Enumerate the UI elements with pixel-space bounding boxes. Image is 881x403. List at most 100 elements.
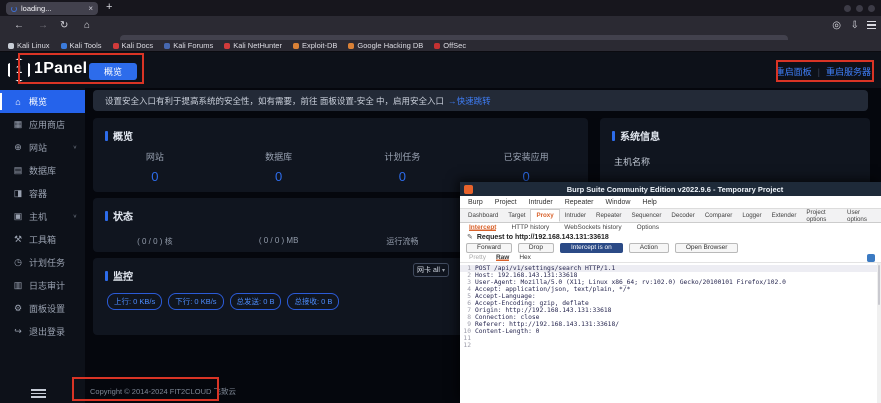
sidebar-item-toolbox[interactable]: ⚒工具箱 [0,228,85,251]
viewtab-hex[interactable]: Hex [519,254,531,261]
stat-database: 数据库0 [217,150,341,184]
database-icon: ▤ [13,165,23,176]
bookmark-kali-forums[interactable]: Kali Forums [164,41,213,50]
bookmark-kali-nethunter[interactable]: Kali NetHunter [224,41,282,50]
menu-intruder[interactable]: Intruder [529,199,553,206]
proxy-subtabs: Intercept HTTP history WebSockets histor… [460,223,881,232]
badge-upload[interactable]: 上行: 0 KB/s [107,293,162,310]
restart-panel-link[interactable]: 重启面板 [776,65,812,78]
window-controls[interactable] [844,5,875,12]
forward-icon[interactable]: → [38,20,48,31]
subtab-websockets-history[interactable]: WebSockets history [564,224,621,231]
sidebar-item-logs[interactable]: ▥日志审计 [0,274,85,297]
menu-burp[interactable]: Burp [468,199,483,206]
tab-sequencer[interactable]: Sequencer [626,209,666,222]
link-separator: | [818,67,820,77]
extensions-icon[interactable]: ◎ [832,20,841,31]
menu-icon[interactable] [867,19,876,31]
browser-tab[interactable]: loading... × [6,2,98,15]
clock-icon: ◷ [13,257,23,268]
request-target-line: ✎ Request to http://192.168.143.131:3361… [460,232,881,242]
inspector-toggle-icon[interactable] [867,254,875,262]
tab-intruder[interactable]: Intruder [560,209,591,222]
subtab-intercept[interactable]: Intercept [469,224,496,231]
panel-logo-icon: 1 [8,58,30,82]
open-browser-button[interactable]: Open Browser [675,243,739,253]
sidebar-item-cronjob[interactable]: ◷计划任务 [0,251,85,274]
action-button[interactable]: Action [629,243,669,253]
sidebar-item-settings[interactable]: ⚙面板设置 [0,297,85,320]
favicon [348,43,354,49]
intercept-toggle-button[interactable]: Intercept is on [560,243,623,253]
viewtab-raw[interactable]: Raw [496,254,509,261]
request-line: 5Accept-Language: [460,293,881,300]
sidebar-item-container[interactable]: ◨容器 [0,182,85,205]
tab-decoder[interactable]: Decoder [666,209,699,222]
menu-window[interactable]: Window [606,199,631,206]
tab-dashboard[interactable]: Dashboard [463,209,503,222]
burp-title-bar[interactable]: Burp Suite Community Edition v2022.9.6 -… [460,182,881,196]
sidebar-item-host[interactable]: ▣主机∨ [0,205,85,228]
menu-project[interactable]: Project [495,199,517,206]
request-line: 2Host: 192.168.143.131:33618 [460,272,881,279]
sidebar-item-logout[interactable]: ↪退出登录 [0,320,85,343]
bookmark-exploit-db[interactable]: Exploit-DB [293,41,337,50]
bookmark-kali-docs[interactable]: Kali Docs [113,41,154,50]
tab-title: loading... [21,4,51,13]
tab-comparer[interactable]: Comparer [700,209,738,222]
home-icon[interactable]: ⌂ [84,20,90,31]
bookmark-google-hacking-db[interactable]: Google Hacking DB [348,41,423,50]
sidebar-item-website[interactable]: ⊕网站∨ [0,136,85,159]
sidebar-item-appstore[interactable]: ▦应用商店 [0,113,85,136]
request-editor[interactable]: 1POST /api/v1/settings/search HTTP/1.1 2… [460,263,881,403]
back-icon[interactable]: ← [14,20,24,31]
tab-extender[interactable]: Extender [767,209,802,222]
tab-user-options[interactable]: User options [842,209,878,222]
forward-button[interactable]: Forward [466,243,512,253]
viewtab-pretty[interactable]: Pretty [469,254,486,261]
overview-card: 概览 网站0 数据库0 计划任务0 已安装应用0 [93,118,588,192]
security-notice-bar: 设置安全入口有利于提高系统的安全性，如有需要，前往 面板设置-安全 中，启用安全… [93,90,868,111]
menu-help[interactable]: Help [642,199,656,206]
sidebar-item-database[interactable]: ▤数据库 [0,159,85,182]
tab-project-options[interactable]: Project options [801,209,842,222]
tab-logger[interactable]: Logger [737,209,766,222]
status-memory: ( 0 / 0 ) MB [217,236,341,247]
bookmark-offsec[interactable]: OffSec [434,41,466,50]
subtab-options[interactable]: Options [637,224,659,231]
close-window-icon[interactable] [868,5,875,12]
maximize-icon[interactable] [856,5,863,12]
badge-total-sent[interactable]: 总发送: 0 B [230,293,282,310]
favicon [224,43,230,49]
new-tab-button[interactable]: + [106,1,112,13]
sidebar-collapse-icon[interactable] [31,389,46,399]
status-cpu: ( 0 / 0 ) 核 [93,236,217,247]
bookmark-kali-tools[interactable]: Kali Tools [61,41,102,50]
request-line: 6Accept-Encoding: gzip, deflate [460,300,881,307]
tab-repeater[interactable]: Repeater [591,209,626,222]
sidebar: ⌂概览 ▦应用商店 ⊕网站∨ ▤数据库 ◨容器 ▣主机∨ ⚒工具箱 ◷计划任务 … [0,88,85,403]
tab-close-icon[interactable]: × [88,4,93,13]
reload-icon[interactable]: ↻ [60,20,68,31]
menu-repeater[interactable]: Repeater [565,199,594,206]
request-line: 1POST /api/v1/settings/search HTTP/1.1 [460,265,881,272]
tab-target[interactable]: Target [503,209,530,222]
stat-installed-apps: 已安装应用0 [464,150,588,184]
editor-scrollbar[interactable] [877,263,881,403]
restart-server-link[interactable]: 重启服务器 [826,65,871,78]
bookmark-kali-linux[interactable]: Kali Linux [8,41,50,50]
request-line: 7Origin: http://192.168.143.131:33618 [460,307,881,314]
request-line: 4Accept: application/json, text/plain, *… [460,286,881,293]
drop-button[interactable]: Drop [518,243,554,253]
minimize-icon[interactable] [844,5,851,12]
nic-select[interactable]: 网卡 all▾ [413,263,449,277]
badge-download[interactable]: 下行: 0 KB/s [168,293,223,310]
sidebar-item-overview[interactable]: ⌂概览 [0,90,85,113]
downloads-icon[interactable]: ⇩ [851,20,859,31]
badge-total-received[interactable]: 总接收: 0 B [287,293,339,310]
subtab-http-history[interactable]: HTTP history [511,224,549,231]
notice-quick-link[interactable]: →快速跳转 [448,95,491,107]
overview-header-button[interactable]: 概览 [89,63,137,80]
tab-proxy[interactable]: Proxy [530,209,559,222]
globe-icon: ⊕ [13,142,23,153]
